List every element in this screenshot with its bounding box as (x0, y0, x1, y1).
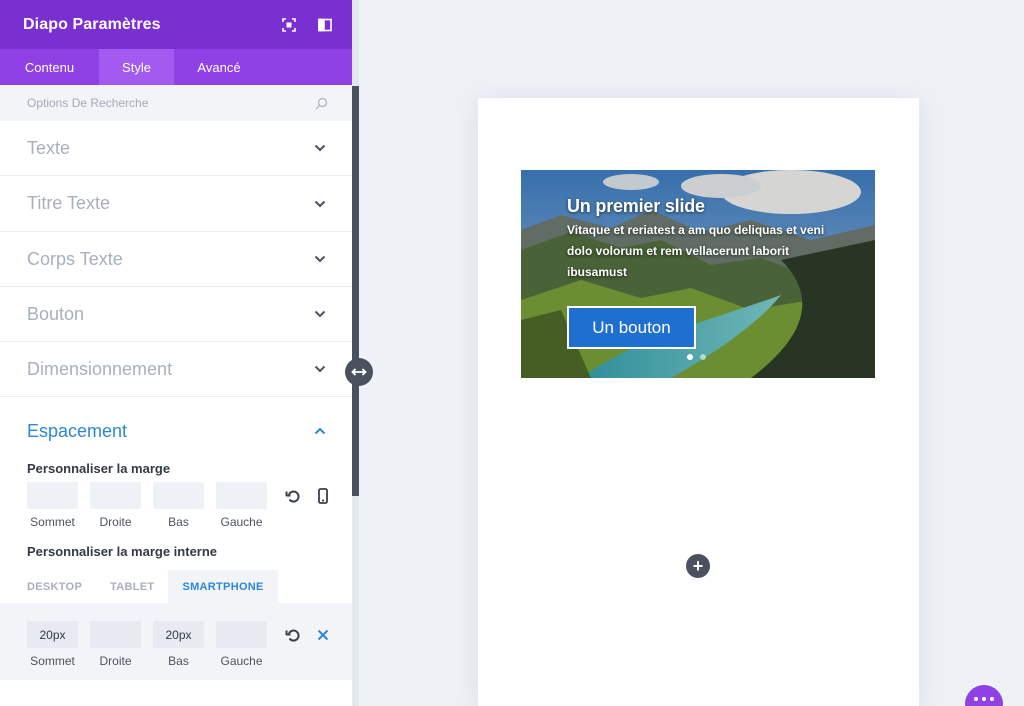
margin-right-field: Droite (90, 482, 141, 529)
slider-dot[interactable] (700, 354, 706, 360)
dot (974, 697, 978, 701)
group-espacement-header[interactable]: Espacement (0, 419, 352, 443)
more-options-button[interactable] (965, 685, 1003, 706)
margin-bottom-input[interactable] (153, 482, 204, 509)
device-tab-desktop[interactable]: DESKTOP (0, 570, 96, 603)
add-module-button[interactable]: + (686, 554, 710, 578)
margin-left-input[interactable] (216, 482, 267, 509)
preview-canvas: Un premier slide Vitaque et reriatest a … (478, 98, 919, 706)
group-title: Titre Texte (27, 193, 111, 213)
padding-fields-panel: 20px Sommet Droite 20px Bas Gauche (0, 603, 352, 680)
slide-button[interactable]: Un bouton (567, 306, 696, 349)
chevron-down-icon (314, 255, 326, 263)
field-label: Bas (168, 654, 189, 668)
group-corps-texte[interactable]: Corps Texte (0, 232, 352, 287)
margin-label: Personnaliser la marge (27, 461, 171, 476)
padding-left-input[interactable] (216, 621, 267, 648)
chevron-up-icon (314, 427, 326, 435)
padding-top-field: 20px Sommet (27, 621, 78, 668)
field-label: Droite (99, 515, 132, 529)
resize-handle[interactable] (345, 358, 373, 386)
group-title: Corps Texte (27, 248, 123, 269)
padding-label: Personnaliser la marge interne (27, 544, 218, 559)
dot (982, 697, 986, 701)
tab-contenu[interactable]: Contenu (0, 49, 99, 85)
device-tab-smartphone[interactable]: SMARTPHONE (168, 570, 278, 603)
smartphone-icon[interactable] (315, 488, 331, 504)
field-label: Sommet (30, 654, 75, 668)
chevron-down-icon (314, 144, 326, 152)
padding-fields: 20px Sommet Droite 20px Bas Gauche (0, 621, 352, 668)
margin-top-field: Sommet (27, 482, 78, 529)
field-label: Gauche (220, 515, 263, 529)
panel-tabs: Contenu Style Avancé (0, 49, 352, 85)
field-label: Bas (168, 515, 189, 529)
padding-right-field: Droite (90, 621, 141, 668)
group-title: Dimensionnement (27, 358, 173, 379)
reset-icon[interactable] (285, 627, 301, 643)
reset-icon[interactable] (285, 488, 301, 504)
tab-avance[interactable]: Avancé (174, 49, 264, 85)
group-texte[interactable]: Texte (0, 121, 352, 176)
padding-bottom-input[interactable]: 20px (153, 621, 204, 648)
panel-title: Diapo Paramètres (23, 15, 161, 33)
slider-dot[interactable] (687, 354, 693, 360)
group-titre-texte[interactable]: Titre Texte (0, 176, 352, 232)
panel-scrollbar-thumb[interactable] (352, 86, 359, 496)
margin-top-input[interactable] (27, 482, 78, 509)
padding-bottom-field: 20px Bas (153, 621, 204, 668)
group-title: Espacement (27, 420, 128, 441)
slide-content: Un premier slide Vitaque et reriatest a … (567, 196, 847, 283)
device-tabs: DESKTOP TABLET SMARTPHONE (0, 570, 352, 603)
slider-module: Un premier slide Vitaque et reriatest a … (521, 170, 875, 378)
field-label: Sommet (30, 515, 75, 529)
tab-style[interactable]: Style (99, 49, 174, 85)
device-tab-tablet[interactable]: TABLET (96, 570, 168, 603)
chevron-down-icon (314, 200, 326, 207)
padding-left-field: Gauche (216, 621, 267, 668)
dot (990, 697, 994, 701)
slide-text: Vitaque et reriatest a am quo deliquas e… (567, 223, 825, 279)
margin-left-field: Gauche (216, 482, 267, 529)
settings-panel: Diapo Paramètres Contenu Style Avancé Te… (0, 0, 352, 706)
sidebar-layout-icon[interactable] (318, 18, 332, 32)
margin-right-input[interactable] (90, 482, 141, 509)
field-label: Droite (99, 654, 132, 668)
group-bouton[interactable]: Bouton (0, 287, 352, 342)
padding-top-input[interactable]: 20px (27, 621, 78, 648)
close-icon[interactable] (315, 627, 331, 643)
slider-dots (687, 354, 713, 360)
options-search (0, 85, 352, 121)
group-title: Texte (27, 137, 71, 158)
search-icon[interactable] (315, 97, 328, 110)
field-label: Gauche (220, 654, 263, 668)
chevron-down-icon (314, 310, 326, 318)
margin-fields: Sommet Droite Bas Gauche (0, 482, 352, 529)
chevron-down-icon (314, 365, 326, 373)
fullscreen-icon[interactable] (282, 17, 296, 32)
resize-arrows-icon (351, 368, 367, 376)
search-input[interactable] (27, 96, 315, 110)
margin-bottom-field: Bas (153, 482, 204, 529)
group-dimensionnement[interactable]: Dimensionnement (0, 342, 352, 397)
panel-header: Diapo Paramètres (0, 0, 352, 49)
group-espacement: Espacement Personnaliser la marge Sommet… (0, 397, 352, 680)
padding-right-input[interactable] (90, 621, 141, 648)
slide-title: Un premier slide (567, 196, 705, 216)
group-title: Bouton (27, 303, 85, 324)
